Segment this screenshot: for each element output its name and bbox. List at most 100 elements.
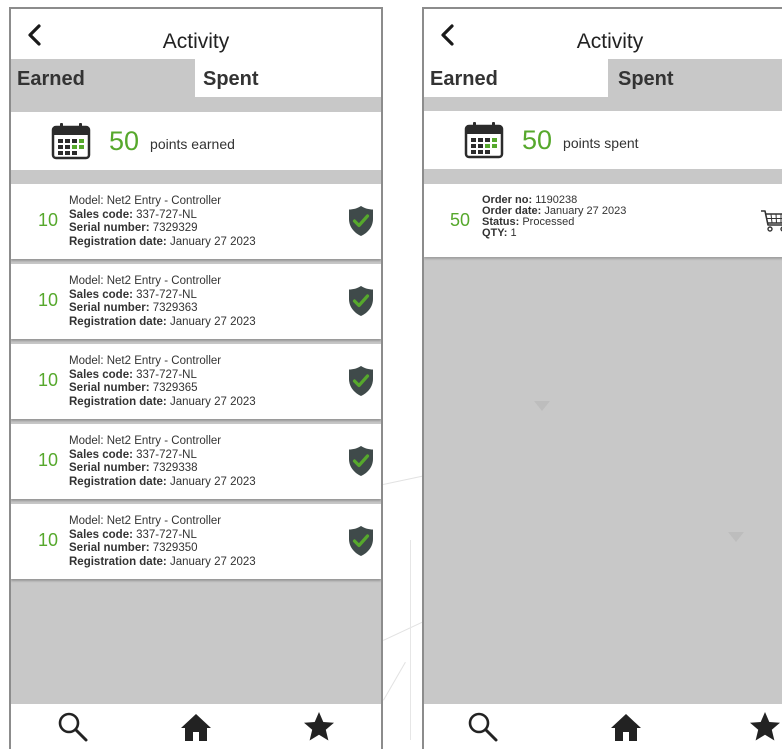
- activity-card[interactable]: 10 Model: Net2 Entry - Controller Sales co…: [11, 184, 381, 259]
- total-points: 50: [109, 126, 140, 156]
- activity-card[interactable]: 10 Model: Net2 Entry - Controller Sales co…: [11, 504, 381, 579]
- item-points: 10: [38, 530, 59, 550]
- model-label: Model:: [69, 515, 104, 527]
- registration-value: January 27 2023: [169, 315, 256, 328]
- item-points: 10: [38, 210, 59, 230]
- serial-value: 7329365: [152, 382, 198, 394]
- sales-code-value: 337-727-NL: [136, 208, 197, 221]
- scroll-down-indicator: [728, 532, 744, 542]
- serial-value: 7329350: [152, 542, 198, 554]
- sales-code-label: Sales code:: [69, 288, 133, 301]
- item-details: Model: Net2 Entry - Controller Sales code…: [69, 435, 256, 489]
- model-label: Model:: [69, 355, 104, 367]
- item-details: Model: Net2 Entry - Controller Sales code…: [69, 195, 256, 249]
- serial-value: 7329329: [152, 222, 198, 234]
- shield-check-icon: [349, 366, 373, 396]
- points-label: points earned: [150, 136, 235, 152]
- bottom-nav: [11, 704, 381, 749]
- model-value: Net2 Entry - Controller: [106, 275, 222, 287]
- tab-earned[interactable]: Earned: [11, 59, 195, 97]
- sales-code-label: Sales code:: [69, 528, 133, 541]
- serial-value: 7329363: [152, 302, 198, 314]
- serial-label: Serial number:: [69, 302, 150, 314]
- sales-code-label: Sales code:: [69, 208, 133, 221]
- serial-label: Serial number:: [69, 382, 150, 394]
- scroll-down-indicator: [534, 401, 550, 411]
- sales-code-value: 337-727-NL: [136, 288, 197, 301]
- order-status: Processed: [522, 216, 575, 228]
- tab-spent[interactable]: Spent: [195, 59, 381, 97]
- order-card[interactable]: 50 Order no: 1190238 Order date: January…: [424, 184, 782, 257]
- search-icon: [469, 712, 498, 741]
- model-value: Net2 Entry - Controller: [106, 435, 222, 447]
- registration-label: Registration date:: [69, 555, 167, 568]
- earned-screen: Activity Earned Spent 50 points earned 1…: [9, 7, 383, 749]
- sales-code-value: 337-727-NL: [136, 368, 197, 381]
- model-value: Net2 Entry - Controller: [106, 515, 222, 527]
- activity-card[interactable]: 10 Model: Net2 Entry - Controller Sales co…: [11, 344, 381, 419]
- serial-label: Serial number:: [69, 542, 150, 554]
- nav-favorites-button[interactable]: [745, 709, 782, 745]
- nav-favorites-button[interactable]: [299, 709, 339, 745]
- points-summary: 50 points spent: [424, 111, 782, 169]
- header: Activity: [424, 9, 782, 59]
- registration-value: January 27 2023: [169, 555, 256, 568]
- order-points: 50: [450, 210, 471, 230]
- shield-check-icon: [349, 446, 373, 476]
- nav-search-button[interactable]: [53, 709, 93, 745]
- serial-value: 7329338: [152, 462, 198, 474]
- shopping-cart-icon: [761, 210, 782, 232]
- order-qty: 1: [510, 227, 517, 239]
- tab-earned[interactable]: Earned: [424, 59, 608, 97]
- calendar-icon: [464, 122, 504, 159]
- tab-bar: Earned Spent: [11, 59, 381, 97]
- model-label: Model:: [69, 435, 104, 447]
- sales-code-value: 337-727-NL: [136, 528, 197, 541]
- sales-code-label: Sales code:: [69, 448, 133, 461]
- star-icon: [304, 711, 335, 740]
- tab-spent[interactable]: Spent: [608, 59, 782, 97]
- points-summary: 50 points earned: [11, 112, 381, 170]
- registration-label: Registration date:: [69, 235, 167, 248]
- activity-card[interactable]: 10 Model: Net2 Entry - Controller Sales co…: [11, 424, 381, 499]
- item-details: Model: Net2 Entry - Controller Sales code…: [69, 355, 256, 409]
- tab-bar: Earned Spent: [424, 59, 782, 97]
- order-details: Order no: 1190238 Order date: January 27…: [482, 195, 626, 239]
- item-details: Model: Net2 Entry - Controller Sales code…: [69, 515, 256, 569]
- registration-label: Registration date:: [69, 475, 167, 488]
- nav-home-button[interactable]: [176, 709, 216, 745]
- model-label: Model:: [69, 195, 104, 207]
- qty-label: QTY:: [482, 227, 508, 239]
- home-icon: [180, 713, 211, 741]
- registration-label: Registration date:: [69, 315, 167, 328]
- item-details: Model: Net2 Entry - Controller Sales code…: [69, 275, 256, 329]
- spent-screen: Activity Earned Spent 50 points spent 50…: [422, 7, 782, 749]
- search-icon: [58, 712, 88, 741]
- page-title: Activity: [576, 30, 644, 53]
- star-icon: [749, 711, 780, 740]
- shield-check-icon: [349, 206, 373, 236]
- shield-check-icon: [349, 526, 373, 556]
- registration-value: January 27 2023: [169, 395, 256, 408]
- calendar-icon: [51, 123, 91, 160]
- serial-label: Serial number:: [69, 462, 150, 474]
- header: Activity: [11, 9, 381, 59]
- registration-value: January 27 2023: [169, 235, 256, 248]
- registration-value: January 27 2023: [169, 475, 256, 488]
- page-title: Activity: [162, 30, 230, 53]
- model-label: Model:: [69, 275, 104, 287]
- model-value: Net2 Entry - Controller: [106, 195, 222, 207]
- activity-card[interactable]: 10 Model: Net2 Entry - Controller Sales co…: [11, 264, 381, 339]
- bottom-nav: [424, 704, 782, 749]
- nav-search-button[interactable]: [464, 709, 503, 745]
- points-label: points spent: [563, 135, 639, 151]
- sales-code-value: 337-727-NL: [136, 448, 197, 461]
- item-points: 10: [38, 290, 59, 310]
- registration-label: Registration date:: [69, 395, 167, 408]
- item-points: 10: [38, 370, 59, 390]
- earned-list: 10 Model: Net2 Entry - Controller Sales co…: [11, 184, 381, 584]
- total-points: 50: [522, 125, 553, 155]
- nav-home-button[interactable]: [607, 709, 646, 745]
- serial-label: Serial number:: [69, 222, 150, 234]
- home-icon: [611, 713, 641, 741]
